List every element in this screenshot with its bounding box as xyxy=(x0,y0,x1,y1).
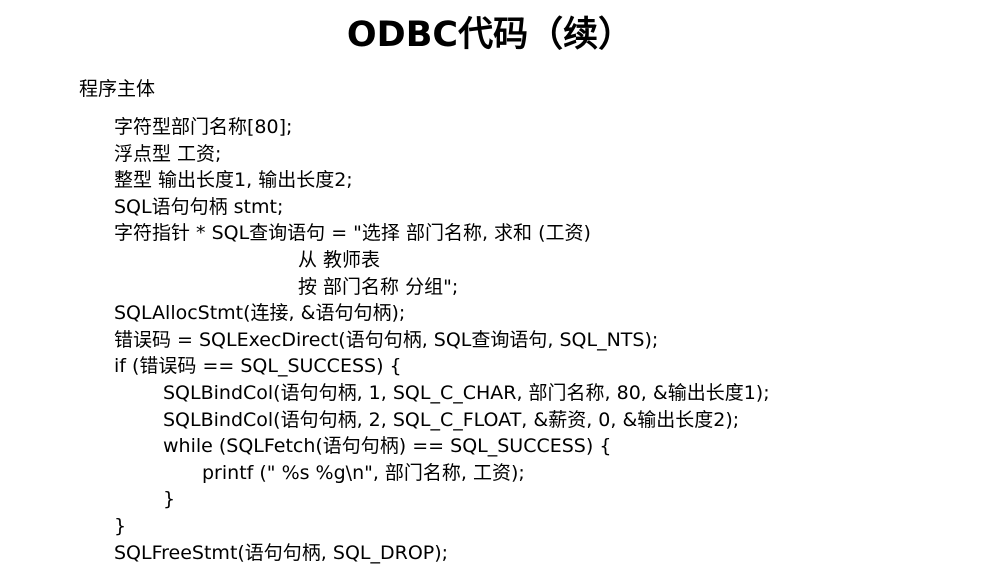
code-line: SQLBindCol(语句句柄, 1, SQL_C_CHAR, 部门名称, 80… xyxy=(163,381,770,404)
code-line: 错误码 = SQLExecDirect(语句句柄, SQL查询语句, SQL_N… xyxy=(114,328,659,351)
code-line: SQLBindCol(语句句柄, 2, SQL_C_FLOAT, &薪资, 0,… xyxy=(163,408,740,431)
code-line: SQLFreeStmt(语句句柄, SQL_DROP); xyxy=(114,541,449,564)
code-line: SQL语句句柄 stmt; xyxy=(114,195,284,218)
code-line: 字符型部门名称[80]; xyxy=(114,116,293,138)
code-line: } xyxy=(163,488,176,511)
code-line: 按 部门名称 分组"; xyxy=(298,275,459,298)
code-line: printf (" %s %g\n", 部门名称, 工资); xyxy=(202,461,525,484)
code-line: 字符指针 * SQL查询语句 = "选择 部门名称, 求和 (工资) xyxy=(114,222,591,245)
code-line: } xyxy=(114,514,127,537)
section-label: 程序主体 xyxy=(79,78,156,100)
code-line: 整型 输出长度1, 输出长度2; xyxy=(114,169,353,192)
code-block: 字符型部门名称[80]; 浮点型 工资; 整型 输出长度1, 输出长度2; SQ… xyxy=(0,114,1006,566)
slide-title: ODBC代码（续） xyxy=(346,15,634,55)
code-line: 从 教师表 xyxy=(298,248,381,271)
code-line: SQLAllocStmt(连接, &语句句柄); xyxy=(114,302,406,325)
code-line: if (错误码 == SQL_SUCCESS) { xyxy=(114,355,402,378)
code-line: 浮点型 工资; xyxy=(114,142,222,165)
code-line: while (SQLFetch(语句句柄) == SQL_SUCCESS) { xyxy=(163,435,612,458)
